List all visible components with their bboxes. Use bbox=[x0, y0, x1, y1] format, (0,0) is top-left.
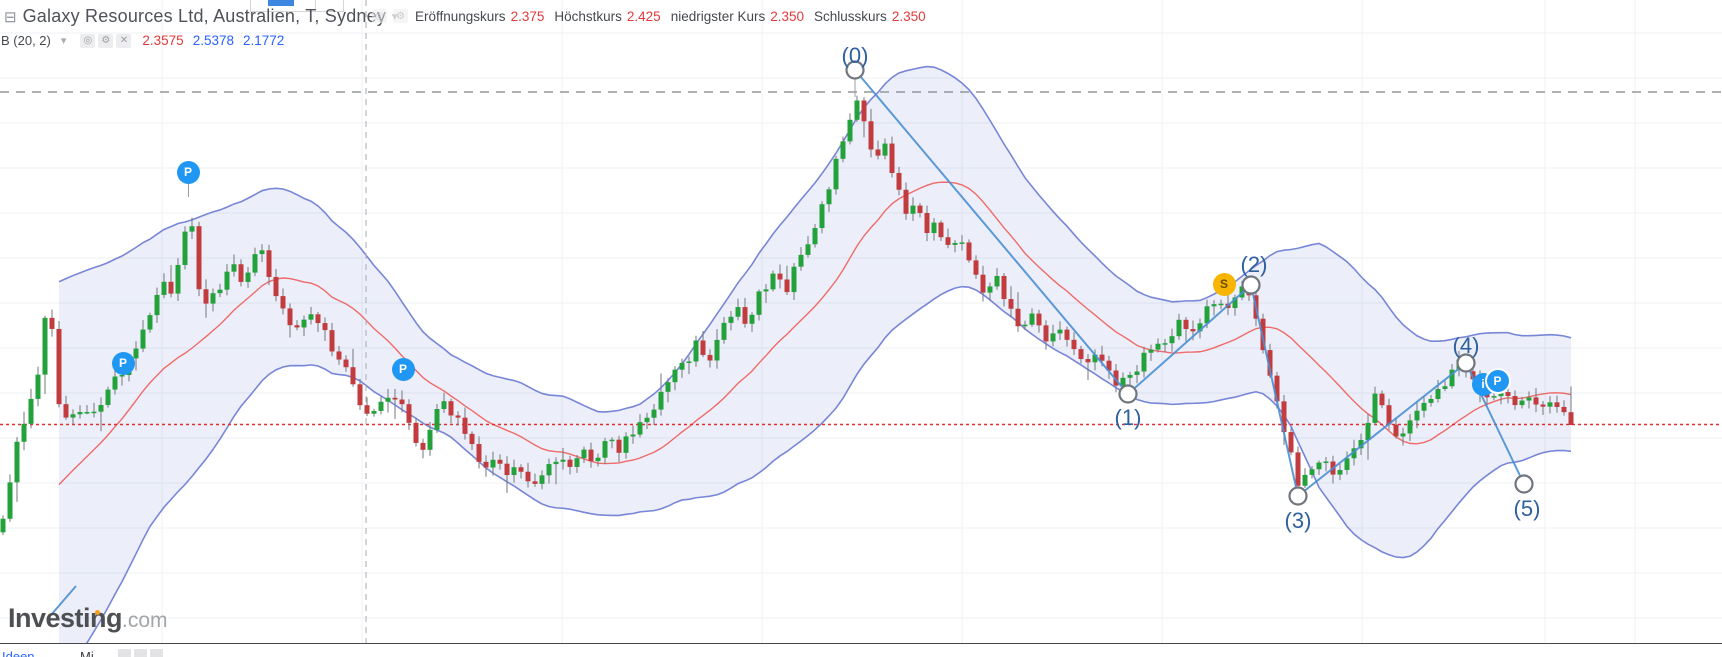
logo-orange-dot bbox=[95, 610, 100, 615]
wave-point-handle bbox=[1241, 275, 1261, 295]
price-chart[interactable]: (0) (1) (2) (3) (4) (5) bbox=[0, 0, 1722, 643]
ohlc-label: Höchstkurs bbox=[554, 9, 622, 24]
gear-icon[interactable]: ⚙ bbox=[98, 33, 114, 48]
wave-label: (2) bbox=[1241, 252, 1268, 277]
wave-point-handle bbox=[1288, 486, 1308, 506]
symbol-row: ⊟ Galaxy Resources Ltd, Australien, T, S… bbox=[4, 6, 398, 27]
p-marker[interactable]: P bbox=[1484, 367, 1511, 394]
wave-label: (5) bbox=[1514, 496, 1541, 521]
close-icon[interactable]: ✕ bbox=[116, 33, 132, 48]
investing-logo: Investing.com bbox=[8, 603, 168, 634]
symbol-title[interactable]: Galaxy Resources Ltd, Australien, T, Syd… bbox=[23, 6, 386, 27]
p-marker[interactable]: P bbox=[176, 160, 200, 184]
eye-icon[interactable]: ◎ bbox=[80, 33, 96, 48]
ohlc-value: 2.350 bbox=[770, 9, 805, 24]
indicator-value: 2.3575 bbox=[142, 33, 184, 48]
indicator-row: B (20, 2) ▾ ◎ ⚙ ✕ 2.3575 2.5378 2.1772 bbox=[1, 33, 293, 48]
ohlc-label: Schlusskurs bbox=[814, 9, 887, 24]
wave-label: (0) bbox=[842, 43, 869, 68]
eye-icon[interactable]: ◎ bbox=[372, 9, 387, 23]
s-marker[interactable]: S bbox=[1212, 272, 1236, 296]
p-marker[interactable]: P bbox=[111, 351, 135, 375]
ohlc-value: 2.375 bbox=[510, 9, 545, 24]
symbol-row-icons: ◎ ⚙ bbox=[372, 9, 411, 23]
marker-pointer-line bbox=[188, 184, 189, 197]
indicator-label[interactable]: B (20, 2) bbox=[1, 33, 51, 48]
logo-text: Investing bbox=[8, 603, 123, 633]
ohlc-label: Eröffnungskurs bbox=[415, 9, 506, 24]
wave-point-handle bbox=[1118, 384, 1138, 404]
ohlc-value: 2.350 bbox=[891, 9, 926, 24]
logo-suffix: .com bbox=[122, 609, 168, 632]
wave-label: (1) bbox=[1115, 405, 1142, 430]
wave-label: (4) bbox=[1453, 333, 1480, 358]
wave-point-handle bbox=[1514, 474, 1534, 494]
chart-window: { "header": { "symbol_icon": "⊟", "symbo… bbox=[0, 0, 1722, 657]
symbol-icon: ⊟ bbox=[4, 8, 17, 26]
gear-icon[interactable]: ⚙ bbox=[393, 9, 408, 23]
indicator-value: 2.1772 bbox=[242, 33, 285, 48]
ohlc-label: niedrigster Kurs bbox=[670, 9, 766, 24]
ohlc-legend: Eröffnungskurs 2.375 Höchstkurs 2.425 niedri… bbox=[415, 9, 936, 24]
p-marker[interactable]: P bbox=[391, 357, 415, 381]
chevron-down-icon[interactable]: ▾ bbox=[61, 34, 67, 47]
ohlc-value: 2.425 bbox=[626, 9, 661, 24]
wave-label: (3) bbox=[1285, 508, 1312, 533]
time-axis-footer: Ideen Mi bbox=[0, 643, 1722, 657]
indicator-values: 2.3575 2.5378 2.1772 bbox=[142, 33, 293, 48]
indicator-value: 2.5378 bbox=[192, 33, 234, 48]
